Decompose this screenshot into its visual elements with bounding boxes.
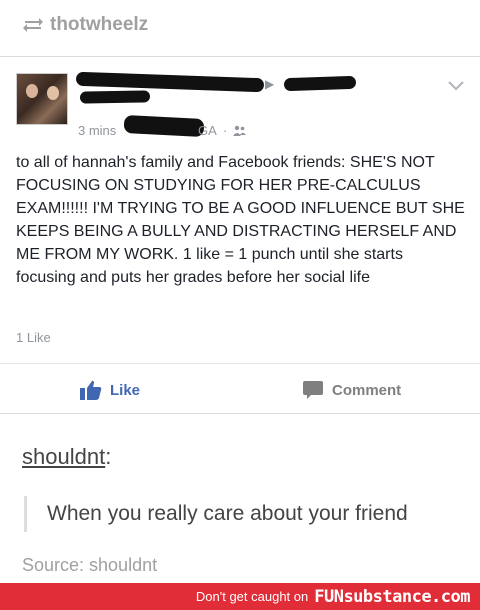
banner-text: Don't get caught on — [195, 589, 309, 604]
friends-icon[interactable] — [233, 125, 246, 136]
reblog-icon — [23, 18, 43, 32]
likes-count[interactable]: 1 Like — [16, 330, 51, 345]
source-link[interactable]: Source: shouldnt — [22, 555, 157, 576]
post-timestamp[interactable]: 3 mins — [78, 123, 116, 138]
reblog-username[interactable]: thotwheelz — [50, 14, 148, 36]
post-location: GA — [198, 123, 217, 138]
like-label: Like — [110, 381, 141, 399]
reblog-quote: When you really care about your friend — [24, 496, 408, 532]
reblog-header: thotwheelz — [0, 0, 480, 50]
comment-button[interactable]: Comment — [302, 380, 401, 400]
comment-label: Comment — [332, 381, 402, 399]
like-button[interactable]: Like — [80, 380, 140, 400]
comment-icon — [303, 381, 323, 399]
arrow-right-icon: ▶ — [265, 77, 275, 91]
redaction-scribble — [283, 75, 357, 92]
banner-brand: FUNsubstance.com — [314, 586, 470, 607]
post-body: to all of hannah's family and Facebook f… — [16, 154, 465, 286]
redaction-scribble — [75, 71, 265, 93]
reblog-user-link[interactable]: shouldnt — [22, 444, 105, 469]
action-bar: Like Comment — [0, 363, 480, 415]
thumbs-up-icon — [80, 380, 102, 400]
facebook-post-card: ▶ 3 mins GA · to all of hannah's family … — [0, 56, 480, 414]
meta-separator: · — [223, 123, 228, 138]
watermark-banner: Don't get caught on FUNsubstance.com — [0, 583, 480, 610]
reblog-attribution: shouldnt: — [22, 444, 111, 470]
redaction-scribble — [123, 114, 205, 138]
attribution-colon: : — [105, 444, 112, 469]
redaction-scribble — [79, 90, 151, 104]
chevron-down-icon[interactable] — [448, 81, 464, 91]
avatar[interactable] — [16, 73, 68, 125]
